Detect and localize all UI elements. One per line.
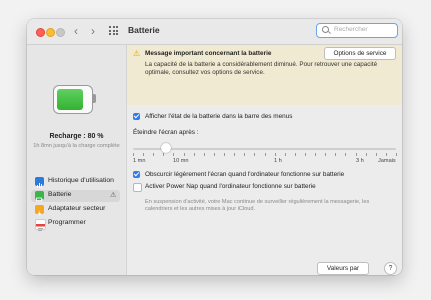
- slider-tick: [163, 153, 164, 156]
- battery-level-icon: [53, 85, 97, 114]
- slider-tick: [133, 153, 134, 156]
- battery-fill: [57, 89, 83, 110]
- slider-tick: [335, 153, 336, 156]
- banner-description: La capacité de la batterie a considérabl…: [145, 61, 378, 76]
- slider-tick: [274, 153, 276, 156]
- slider-tick: [345, 153, 346, 156]
- slider-tick: [244, 153, 245, 156]
- restore-defaults-button[interactable]: Valeurs par défaut: [317, 262, 369, 275]
- minimize-window-button[interactable]: [46, 28, 55, 37]
- preferences-window: ‹ › Batterie Rechercher Recharge : 80 % …: [27, 19, 402, 275]
- slider-tick: [153, 153, 154, 156]
- tick-label-3-h: 3 h: [356, 158, 364, 164]
- slider-tick: [203, 153, 205, 156]
- slider-tick: [385, 153, 387, 156]
- sidebar-item-label: Adaptateur secteur: [48, 205, 106, 212]
- power-nap-description: En suspension d'activité, votre Mac cont…: [145, 199, 370, 212]
- search-icon: [322, 26, 329, 33]
- slider-tick: [264, 153, 265, 156]
- sidebar: Recharge : 80 % 1h 8mn jusqu'à la charge…: [27, 45, 127, 275]
- slider-ticks: [133, 153, 397, 157]
- slider-tick: [375, 153, 377, 156]
- display-sleep-slider-track[interactable]: [133, 148, 396, 150]
- sidebar-item-label: Historique d'utilisation: [48, 177, 114, 184]
- slider-tick: [304, 153, 306, 156]
- slider-tick: [173, 153, 174, 156]
- slider-tick: [396, 153, 397, 156]
- zoom-window-button[interactable]: [56, 28, 65, 37]
- slider-tick: [143, 153, 144, 156]
- power-nap-checkbox[interactable]: [133, 183, 142, 192]
- slider-tick: [193, 153, 195, 156]
- slider-tick: [365, 153, 367, 156]
- recharge-status: Recharge : 80 %: [49, 133, 104, 140]
- back-arrow-icon[interactable]: ‹: [74, 24, 78, 38]
- dim-screen-checkbox[interactable]: [133, 171, 140, 178]
- power-adapter-icon: [35, 205, 44, 217]
- slider-tick: [254, 153, 255, 156]
- calendar-icon: [35, 219, 46, 231]
- battery-warning-banner: ⚠ Message important concernant la batter…: [127, 45, 402, 105]
- display-sleep-slider-knob[interactable]: [161, 143, 171, 153]
- show-status-checkbox[interactable]: [133, 113, 140, 120]
- power-nap-label: Activer Power Nap quand l'ordinateur fon…: [145, 183, 316, 190]
- sidebar-item-usage-history[interactable]: Historique d'utilisation: [31, 176, 120, 188]
- dim-screen-label: Obscurcir légèrement l'écran quand l'ord…: [145, 171, 345, 178]
- tick-label-1-h: 1 h: [274, 158, 282, 164]
- slider-tick: [315, 153, 316, 156]
- warning-icon: ⚠: [133, 49, 141, 58]
- chart-bars-icon: [35, 177, 44, 188]
- battery-settings-panel: ⚠ Message important concernant la batter…: [127, 45, 402, 275]
- sidebar-item-schedule[interactable]: Programmer: [31, 218, 120, 231]
- sidebar-item-label: Batterie: [48, 191, 72, 198]
- forward-arrow-icon[interactable]: ›: [91, 24, 95, 38]
- tick-label-10-min: 10 mn: [173, 158, 189, 164]
- slider-tick: [213, 153, 215, 156]
- slider-tick: [355, 153, 357, 156]
- service-options-button[interactable]: Options de service: [324, 47, 396, 60]
- slider-tick: [183, 153, 185, 156]
- search-placeholder: Rechercher: [334, 26, 368, 33]
- help-button[interactable]: ?: [384, 262, 397, 275]
- show-status-label: Afficher l'état de la batterie dans la b…: [145, 113, 293, 120]
- tick-label-1-min: 1 mn: [133, 158, 146, 164]
- recharge-time-remaining: 1h 8mn jusqu'à la charge complète: [33, 143, 120, 149]
- battery-icon: [35, 191, 44, 202]
- slider-tick: [224, 153, 225, 156]
- sidebar-item-power-adapter[interactable]: Adaptateur secteur: [31, 204, 120, 217]
- slider-tick: [325, 153, 326, 156]
- sidebar-item-battery[interactable]: Batterie ⚠: [31, 190, 120, 202]
- slider-tick: [294, 153, 296, 156]
- warning-icon: ⚠: [110, 192, 117, 199]
- show-all-grid-icon[interactable]: [109, 26, 118, 35]
- turn-off-display-label: Éteindre l'écran après :: [133, 129, 199, 136]
- search-field[interactable]: Rechercher: [316, 23, 398, 38]
- slider-tick: [284, 153, 286, 156]
- tick-label-never: Jamais: [378, 158, 396, 164]
- sidebar-item-label: Programmer: [48, 219, 86, 226]
- close-window-button[interactable]: [36, 28, 45, 37]
- slider-tick: [234, 153, 235, 156]
- window-title: Batterie: [128, 25, 160, 35]
- banner-title: Message important concernant la batterie: [145, 50, 272, 57]
- title-bar: ‹ › Batterie Rechercher: [27, 19, 402, 45]
